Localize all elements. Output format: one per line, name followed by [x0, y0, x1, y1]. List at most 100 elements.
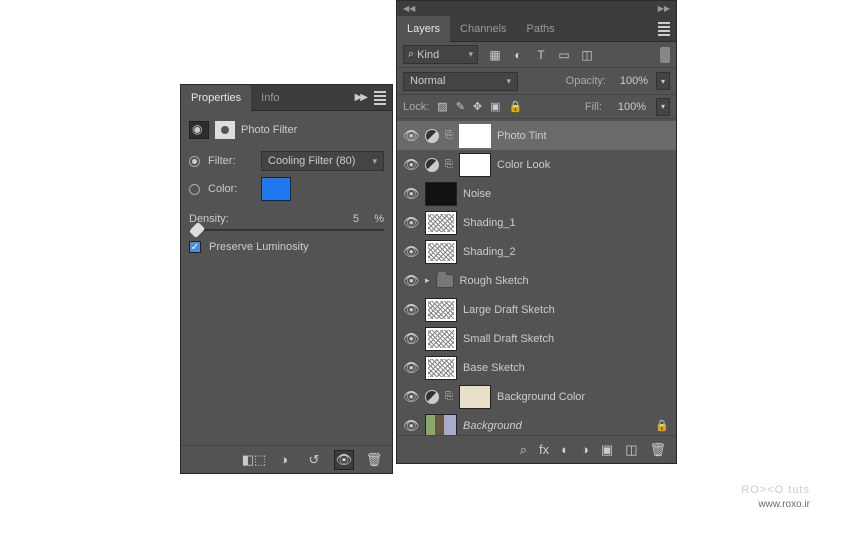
- density-value[interactable]: 5: [353, 213, 359, 225]
- lock-artboard-icon[interactable]: ▣: [490, 100, 500, 113]
- visibility-icon[interactable]: 👁: [403, 331, 419, 347]
- filter-label: Filter:: [208, 155, 253, 167]
- visibility-icon[interactable]: 👁: [403, 302, 419, 318]
- filter-adjustment-icon[interactable]: ◐: [511, 48, 525, 62]
- layers-collapse-bar[interactable]: ◀◀ ▶▶: [397, 1, 676, 16]
- layer-name[interactable]: Shading_1: [463, 217, 670, 229]
- layer-row[interactable]: 👁 Shading_1: [397, 208, 676, 237]
- layer-row[interactable]: 👁⎘Color Look: [397, 150, 676, 179]
- layer-row[interactable]: 👁 Large Draft Sketch: [397, 295, 676, 324]
- layer-row[interactable]: 👁 Small Draft Sketch: [397, 324, 676, 353]
- lock-transparency-icon[interactable]: ▨: [437, 100, 447, 113]
- opacity-dropdown[interactable]: ▾: [656, 72, 670, 90]
- view-previous-icon[interactable]: ◑: [274, 450, 294, 470]
- filter-radio[interactable]: [189, 156, 200, 167]
- layer-name[interactable]: Background Color: [497, 391, 670, 403]
- mask-thumbnail[interactable]: [459, 124, 491, 148]
- visibility-icon[interactable]: 👁: [403, 360, 419, 376]
- layer-name[interactable]: Small Draft Sketch: [463, 333, 670, 345]
- layer-name[interactable]: Color Look: [497, 159, 670, 171]
- lock-all-icon[interactable]: 🔒: [509, 100, 523, 113]
- filter-toggle[interactable]: [660, 47, 670, 63]
- new-layer-icon[interactable]: ◫: [625, 442, 637, 458]
- filter-select[interactable]: Cooling Filter (80) ▾: [261, 151, 384, 171]
- collapse-left-icon: ◀◀: [403, 4, 415, 13]
- filter-kind-select[interactable]: ⌕ Kind ▾: [403, 45, 478, 64]
- panel-menu-icon[interactable]: [658, 22, 670, 36]
- layer-row[interactable]: 👁 Noise: [397, 179, 676, 208]
- layer-list: 👁⎘Photo Tint👁⎘Color Look👁Noise👁Shading_1…: [397, 119, 676, 440]
- layer-name[interactable]: Rough Sketch: [460, 275, 670, 287]
- layer-name[interactable]: Base Sketch: [463, 362, 670, 374]
- tab-layers[interactable]: Layers: [397, 16, 450, 42]
- tab-paths[interactable]: Paths: [517, 16, 565, 42]
- delete-layer-icon[interactable]: 🗑: [649, 442, 666, 458]
- panel-menu-icon[interactable]: [374, 91, 386, 105]
- visibility-icon[interactable]: 👁: [403, 215, 419, 231]
- layer-thumbnail[interactable]: [425, 211, 457, 235]
- lock-label: Lock:: [403, 101, 429, 113]
- visibility-icon[interactable]: 👁: [403, 389, 419, 405]
- layer-thumbnail[interactable]: [425, 240, 457, 264]
- color-swatch[interactable]: [261, 177, 291, 201]
- layer-name[interactable]: Large Draft Sketch: [463, 304, 670, 316]
- layer-thumbnail[interactable]: [425, 298, 457, 322]
- mask-icon[interactable]: [215, 121, 235, 139]
- fill-value[interactable]: 100%: [610, 101, 648, 113]
- new-fill-adjustment-icon[interactable]: ◑: [581, 442, 589, 457]
- delete-icon[interactable]: 🗑: [364, 450, 384, 470]
- layer-name[interactable]: Background: [463, 420, 648, 432]
- link-icon: ⎘: [445, 130, 453, 141]
- filter-type-icon[interactable]: T: [534, 48, 548, 62]
- link-layers-icon[interactable]: ⌕: [520, 442, 527, 458]
- reset-icon[interactable]: ↺: [304, 450, 324, 470]
- layer-thumbnail[interactable]: [425, 327, 457, 351]
- adjustment-title: Photo Filter: [241, 124, 297, 136]
- tab-properties[interactable]: Properties: [181, 85, 251, 111]
- layer-name[interactable]: Shading_2: [463, 246, 670, 258]
- properties-panel: Properties Info ▶▶ Photo Filter Filter: …: [180, 84, 393, 474]
- layer-row[interactable]: 👁 Shading_2: [397, 237, 676, 266]
- link-icon: ⎘: [445, 391, 453, 402]
- visibility-icon[interactable]: 👁: [403, 186, 419, 202]
- layer-style-icon[interactable]: fx: [539, 442, 549, 457]
- blend-mode-select[interactable]: Normal ▾: [403, 72, 518, 91]
- density-slider[interactable]: [189, 229, 384, 231]
- filter-pixel-icon[interactable]: ▦: [488, 48, 502, 62]
- adjustment-icon: [425, 390, 439, 404]
- visibility-icon[interactable]: 👁: [403, 273, 419, 289]
- tab-channels[interactable]: Channels: [450, 16, 516, 42]
- preserve-luminosity-checkbox[interactable]: [189, 241, 201, 253]
- color-radio[interactable]: [189, 184, 200, 195]
- layer-filter-row: ⌕ Kind ▾ ▦ ◐ T ▭ ◫: [397, 42, 676, 68]
- filter-shape-icon[interactable]: ▭: [557, 48, 571, 62]
- layer-name[interactable]: Noise: [463, 188, 670, 200]
- visibility-icon[interactable]: 👁: [403, 244, 419, 260]
- toggle-visibility-icon[interactable]: 👁: [334, 450, 354, 470]
- layer-thumbnail[interactable]: [425, 182, 457, 206]
- layer-row[interactable]: 👁 ▸ Rough Sketch: [397, 266, 676, 295]
- clip-to-layer-icon[interactable]: ◧⬚: [244, 450, 264, 470]
- mask-thumbnail[interactable]: [459, 153, 491, 177]
- filter-smart-icon[interactable]: ◫: [580, 48, 594, 62]
- opacity-value[interactable]: 100%: [612, 75, 650, 87]
- disclosure-icon[interactable]: ▸: [425, 275, 430, 286]
- layer-thumbnail[interactable]: [425, 414, 457, 438]
- fill-dropdown[interactable]: ▾: [656, 98, 670, 116]
- lock-pixels-icon[interactable]: ✎: [456, 100, 465, 113]
- collapse-icon[interactable]: ▶▶: [355, 92, 366, 103]
- lock-icon[interactable]: 🔒: [654, 419, 670, 432]
- layer-thumbnail[interactable]: [425, 356, 457, 380]
- mask-thumbnail[interactable]: [459, 385, 491, 409]
- layer-row[interactable]: 👁 ⎘ Photo Tint: [397, 121, 676, 150]
- tab-info[interactable]: Info: [251, 85, 289, 111]
- layer-row[interactable]: 👁 Base Sketch: [397, 353, 676, 382]
- new-group-icon[interactable]: ▣: [601, 442, 613, 458]
- add-mask-icon[interactable]: ◐: [561, 442, 569, 457]
- layer-row[interactable]: 👁 ⎘ Background Color: [397, 382, 676, 411]
- lock-position-icon[interactable]: ✥: [473, 100, 482, 113]
- visibility-icon[interactable]: 👁: [403, 157, 419, 173]
- layer-name[interactable]: Photo Tint: [497, 130, 670, 142]
- visibility-icon[interactable]: 👁: [403, 128, 419, 144]
- visibility-icon[interactable]: 👁: [403, 418, 419, 434]
